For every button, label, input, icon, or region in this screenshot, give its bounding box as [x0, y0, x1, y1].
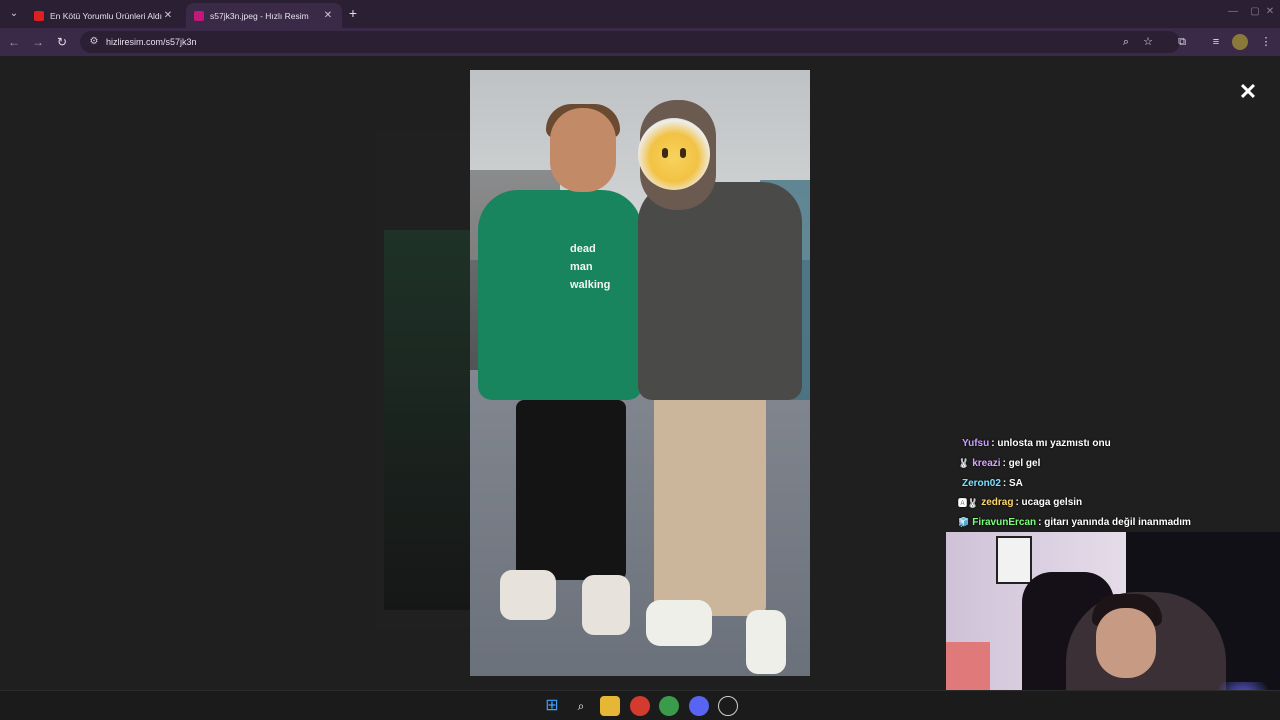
hizliresim-favicon-icon [194, 10, 204, 21]
zoom-icon[interactable]: ⌕ [1118, 34, 1134, 50]
chat-username: zedrag [981, 496, 1014, 508]
chrome-profile-icon[interactable] [659, 696, 679, 716]
chat-message: Zeron02 : SA [962, 474, 1023, 492]
close-window-button[interactable]: ✕ [1262, 6, 1278, 22]
chat-badge-icon: 🐰 [958, 457, 970, 468]
reload-icon: ↻ [56, 35, 68, 49]
other-app-icon[interactable] [718, 696, 738, 716]
taskbar-search-icon[interactable]: ⌕ [571, 696, 591, 716]
media-controls-icon[interactable]: ≡ [1208, 34, 1224, 50]
chrome-icon[interactable] [630, 696, 650, 716]
profile-avatar[interactable] [1232, 34, 1248, 50]
face-censor-emoji-icon [638, 118, 710, 190]
hoodie-print-text: dead man walking [570, 240, 630, 294]
chat-message: 🧊 FiravunErcan : gitarı yanında değil in… [958, 513, 1191, 531]
forward-button[interactable]: → [30, 34, 46, 50]
tab-strip: ⌄ En Kötü Yorumlu Ürünleri Aldım ✕ s57jk… [0, 0, 1280, 28]
tab-title: s57jk3n.jpeg - Hızlı Resim [210, 10, 309, 21]
chat-text: : gitarı yanında değil inanmadım [1038, 516, 1191, 528]
lightbox-photo[interactable]: dead man walking [470, 70, 810, 676]
close-tab-icon[interactable]: ✕ [322, 10, 334, 21]
chat-message: Yufsu : unlosta mı yazmıstı onu [962, 434, 1111, 452]
chat-username: FiravunErcan [972, 516, 1037, 528]
reload-button[interactable]: ↻ [54, 34, 70, 50]
menu-kebab-icon[interactable]: ⋮ [1258, 34, 1274, 50]
url-text[interactable]: hizliresim.com/s57jk3n [106, 37, 197, 47]
cat-poster [996, 536, 1032, 584]
stream-chat-overlay: Yufsu : unlosta mı yazmıstı onu 🐰 kreazi… [958, 434, 1278, 534]
site-info-icon[interactable]: ⚙ [88, 36, 100, 48]
discord-icon[interactable] [689, 696, 709, 716]
chat-username: kreazi [972, 457, 1001, 469]
chat-message: 🐰 kreazi : gel gel [958, 454, 1040, 472]
arrow-left-icon: ← [8, 35, 20, 49]
tab-title: En Kötü Yorumlu Ürünleri Aldım [50, 10, 162, 21]
hoodie-line: man [570, 261, 593, 273]
lightbox-close-button[interactable]: ✕ [1234, 78, 1262, 106]
windows-start-icon[interactable]: ⊞ [542, 696, 562, 716]
hoodie-line: dead [570, 243, 596, 255]
close-tab-icon[interactable]: ✕ [162, 10, 174, 21]
address-bar[interactable]: ⚙ hizliresim.com/s57jk3n [80, 31, 1180, 53]
extensions-icon[interactable]: ⧉ [1174, 34, 1190, 50]
hoodie-line: walking [570, 279, 611, 291]
chat-text: : unlosta mı yazmıstı onu [991, 437, 1111, 449]
browser-toolbar: ← → ↻ ⚙ hizliresim.com/s57jk3n ⌕ ☆ ⧉ ≡ ⋮ [0, 28, 1280, 56]
chevron-down-icon: ⌄ [9, 8, 19, 19]
back-button[interactable]: ← [6, 34, 22, 50]
youtube-favicon-icon [34, 10, 44, 21]
chat-message: 🅰🐰 zedrag : ucaga gelsin [958, 493, 1082, 511]
windows-taskbar: ⊞ ⌕ [0, 690, 1280, 720]
file-explorer-icon[interactable] [600, 696, 620, 716]
tab-en-kotu-yorumlu[interactable]: En Kötü Yorumlu Ürünleri Aldım ✕ [26, 3, 182, 28]
background-image-ghost [376, 130, 470, 630]
arrow-right-icon: → [32, 35, 44, 49]
tab-search-menu-button[interactable]: ⌄ [6, 6, 22, 22]
chat-text: : ucaga gelsin [1015, 496, 1083, 508]
tab-hizli-resim[interactable]: s57jk3n.jpeg - Hızlı Resim ✕ [186, 3, 342, 28]
chat-text: : gel gel [1002, 457, 1041, 469]
chat-text: : SA [1002, 477, 1023, 489]
chat-badge-icon: 🧊 [958, 516, 970, 527]
chat-badge-icon: 🅰🐰 [958, 497, 979, 508]
chat-username: Zeron02 [962, 477, 1001, 489]
bookmark-star-icon[interactable]: ☆ [1140, 34, 1156, 50]
minimize-button[interactable]: — [1222, 6, 1244, 22]
chat-username: Yufsu [962, 437, 990, 449]
new-tab-button[interactable]: + [346, 6, 360, 22]
